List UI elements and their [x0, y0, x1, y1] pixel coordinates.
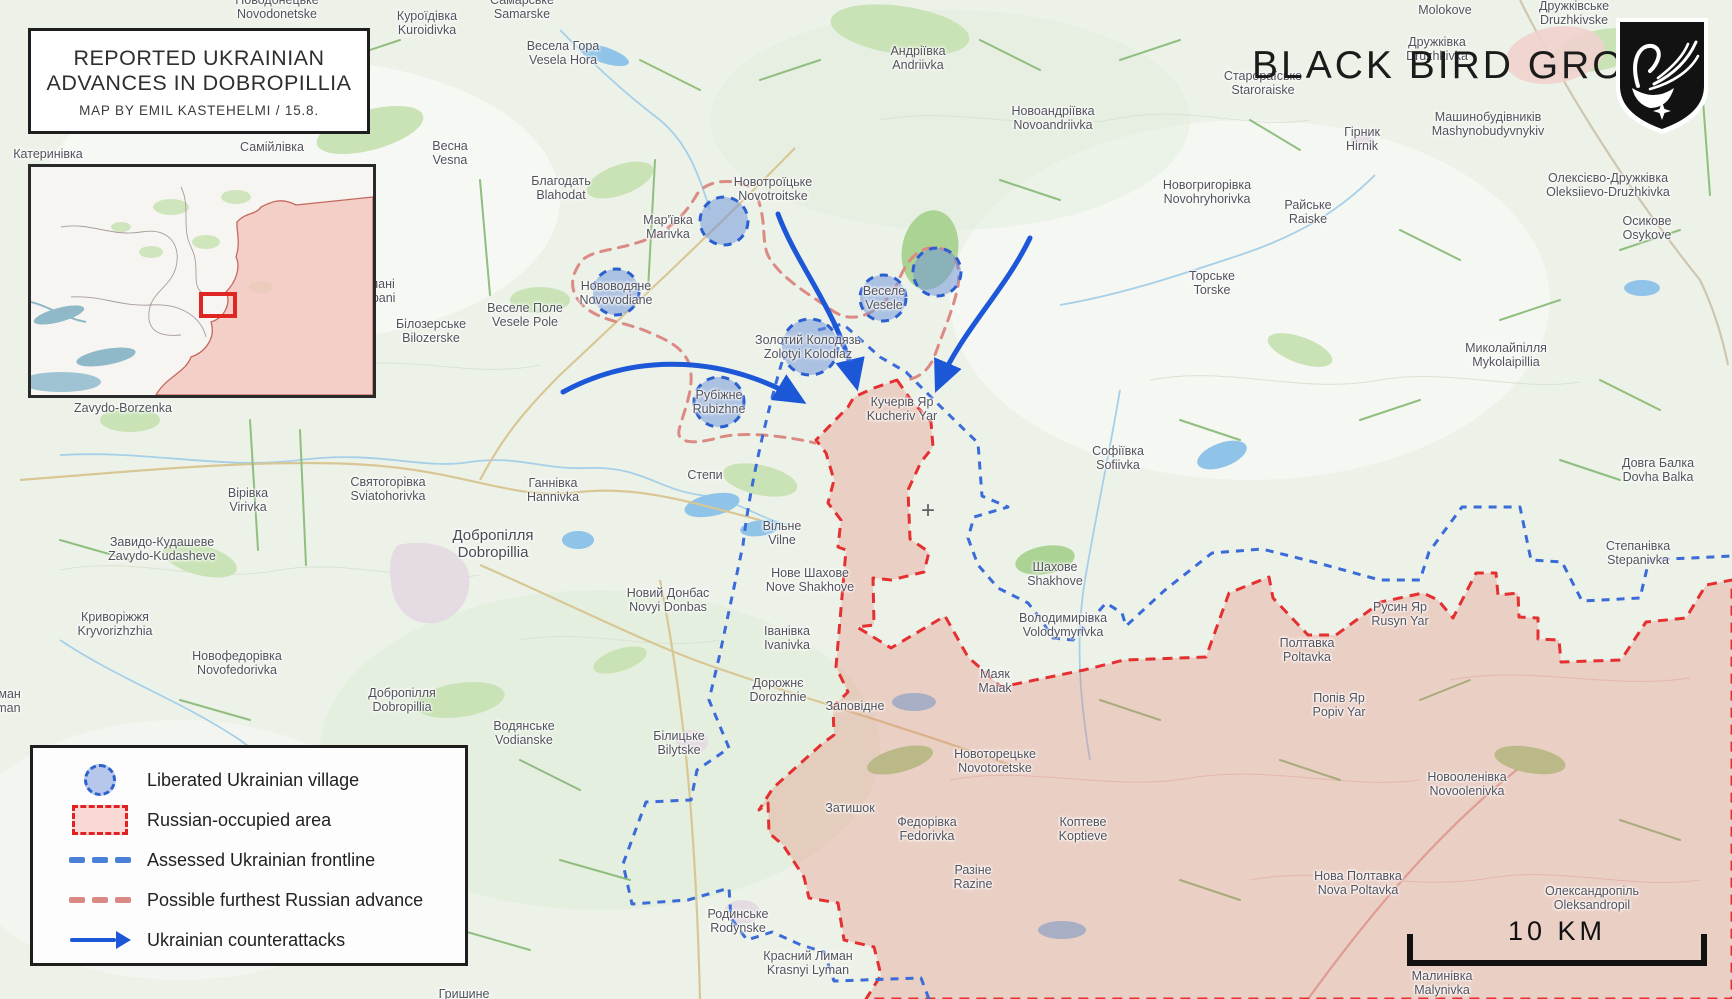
legend-row-counterattacks: Ukrainian counterattacks: [33, 920, 465, 960]
liberated-village-circle: [860, 275, 906, 321]
map-canvas: НоводонецькеNovodonetskeКуроїдівкаKuroid…: [0, 0, 1732, 999]
liberated-village-circle: [700, 197, 748, 245]
legend-label: Russian-occupied area: [147, 810, 331, 831]
counterattack-arrow: [563, 364, 800, 400]
legend: Liberated Ukrainian village Russian-occu…: [30, 745, 468, 966]
map-title-line1: REPORTED UKRAINIAN: [39, 46, 359, 71]
ukrainian-frontline-icon: [69, 857, 131, 863]
liberated-village-icon: [84, 764, 116, 796]
liberated-village-circle: [913, 248, 961, 296]
legend-row-frontline: Assessed Ukrainian frontline: [33, 840, 465, 880]
map-title-line2: ADVANCES IN DOBROPILLIA: [39, 71, 359, 96]
map-subtitle: MAP BY EMIL KASTEHELMI / 15.8.: [39, 103, 359, 118]
legend-row-russian-advance: Possible furthest Russian advance: [33, 880, 465, 920]
inset-map-graphic: [31, 167, 373, 395]
legend-label: Possible furthest Russian advance: [147, 890, 423, 911]
inset-overview-map: [28, 164, 376, 398]
liberated-village-circle: [593, 269, 639, 315]
liberated-village-circle: [782, 319, 838, 375]
liberated-villages-layer: [593, 197, 961, 427]
russian-advance-icon: [69, 897, 131, 903]
black-swan-shield-logo: [1612, 16, 1712, 138]
legend-row-liberated-village: Liberated Ukrainian village: [33, 760, 465, 800]
legend-label: Ukrainian counterattacks: [147, 930, 345, 951]
counterattack-arrow-icon: [70, 931, 131, 949]
legend-label: Assessed Ukrainian frontline: [147, 850, 375, 871]
title-box: REPORTED UKRAINIAN ADVANCES IN DOBROPILL…: [28, 28, 370, 134]
legend-row-occupied-area: Russian-occupied area: [33, 800, 465, 840]
russian-occupied-area-icon: [72, 805, 128, 835]
liberated-village-circle: [694, 377, 744, 427]
scale-bar-label: 10 KM: [1407, 916, 1707, 947]
legend-label: Liberated Ukrainian village: [147, 770, 359, 791]
